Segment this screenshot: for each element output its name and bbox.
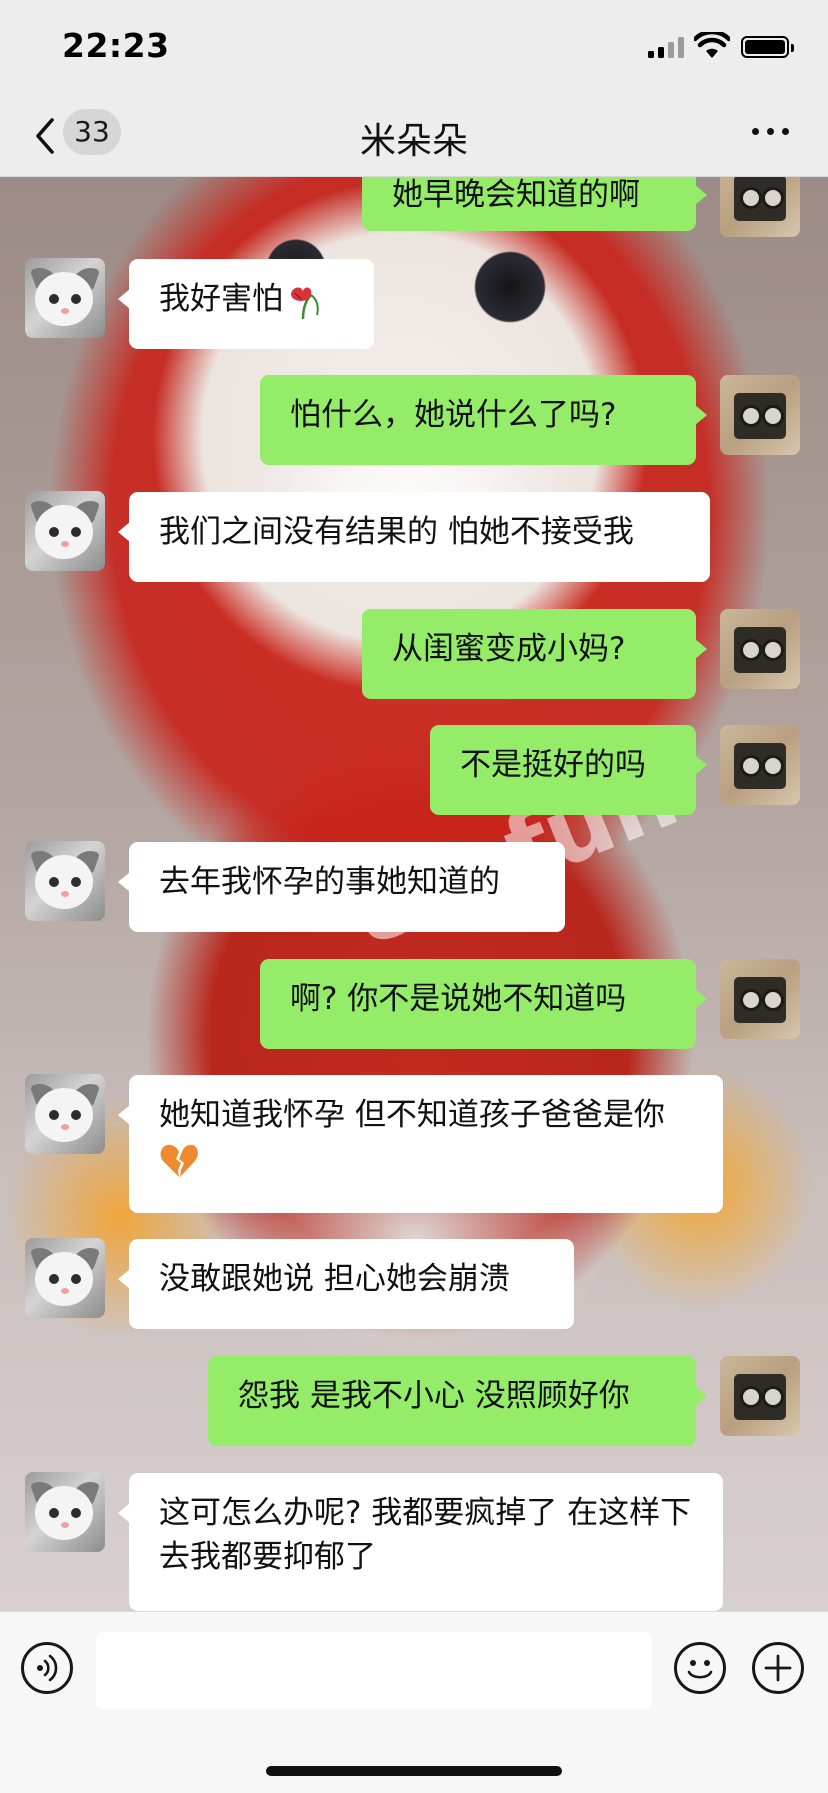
message-bubble-outgoing[interactable]: 她早晚会知道的啊 <box>362 177 707 231</box>
message-bubble-outgoing[interactable]: 不是挺好的吗 <box>430 725 707 815</box>
battery-icon <box>741 36 794 58</box>
message-bubble-incoming[interactable]: 我好害怕 <box>118 259 374 349</box>
chat-title: 米朵朵 <box>359 121 468 162</box>
my-avatar[interactable] <box>720 177 800 237</box>
message-bubble-outgoing[interactable]: 从闺蜜变成小妈? <box>362 609 707 699</box>
contact-avatar[interactable] <box>25 1238 105 1318</box>
message-text: 不是挺好的吗 <box>460 747 646 783</box>
my-avatar[interactable] <box>720 725 800 805</box>
cellular-signal-icon <box>648 36 686 58</box>
message-bubble-outgoing[interactable]: 怕什么，她说什么了吗? <box>260 375 707 465</box>
my-avatar[interactable] <box>720 959 800 1039</box>
message-input-bar <box>0 1611 828 1793</box>
message-bubble-incoming[interactable]: 她知道我怀孕 但不知道孩子爸爸是你 <box>118 1075 723 1213</box>
message-text: 从闺蜜变成小妈? <box>392 631 626 667</box>
message-text: 这可怎么办呢? 我都要疯掉了 在这样下去我都要抑郁了 <box>159 1495 692 1575</box>
message-bubble-incoming[interactable]: 去年我怀孕的事她知道的 <box>118 842 565 932</box>
broken-heart-icon <box>160 1144 198 1177</box>
status-bar: 22:23 <box>0 0 828 98</box>
plus-icon[interactable] <box>752 1642 804 1694</box>
message-bubble-incoming[interactable]: 我们之间没有结果的 怕她不接受我 <box>118 492 710 582</box>
message-text: 我们之间没有结果的 怕她不接受我 <box>159 514 634 550</box>
message-text: 没敢跟她说 担心她会崩溃 <box>159 1261 510 1297</box>
my-avatar[interactable] <box>720 1356 800 1436</box>
message-bubble-outgoing[interactable]: 啊? 你不是说她不知道吗 <box>260 959 707 1049</box>
wifi-icon <box>694 32 730 58</box>
message-text: 啊? 你不是说她不知道吗 <box>290 981 627 1017</box>
message-text: 她知道我怀孕 但不知道孩子爸爸是你 <box>159 1097 665 1133</box>
emoji-icon[interactable] <box>674 1642 726 1694</box>
chat-header: 33 米朵朵 <box>0 98 828 177</box>
chat-message-list[interactable]: 88.fun 她早晚会知道的啊 我好害怕 怕什么，她说什么了吗? 我们之间没有结… <box>0 177 828 1611</box>
message-bubble-outgoing[interactable]: 怨我 是我不小心 没照顾好你 <box>208 1356 707 1446</box>
message-input[interactable] <box>96 1632 652 1710</box>
contact-avatar[interactable] <box>25 1074 105 1154</box>
contact-avatar[interactable] <box>25 841 105 921</box>
my-avatar[interactable] <box>720 375 800 455</box>
wilted-flower-icon <box>291 287 319 319</box>
message-text: 她早晚会知道的啊 <box>392 177 640 213</box>
message-bubble-incoming[interactable]: 这可怎么办呢? 我都要疯掉了 在这样下去我都要抑郁了 <box>118 1473 723 1611</box>
contact-avatar[interactable] <box>25 258 105 338</box>
message-bubble-incoming[interactable]: 没敢跟她说 担心她会崩溃 <box>118 1239 574 1329</box>
home-indicator[interactable] <box>266 1766 562 1776</box>
my-avatar[interactable] <box>720 609 800 689</box>
status-time: 22:23 <box>62 26 170 65</box>
message-text: 怕什么，她说什么了吗? <box>290 397 617 433</box>
more-icon[interactable] <box>752 128 790 140</box>
voice-icon[interactable] <box>21 1642 73 1694</box>
message-text: 怨我 是我不小心 没照顾好你 <box>238 1378 630 1414</box>
contact-avatar[interactable] <box>25 1472 105 1552</box>
message-text: 我好害怕 <box>159 281 283 317</box>
contact-avatar[interactable] <box>25 491 105 571</box>
message-text: 去年我怀孕的事她知道的 <box>159 864 500 900</box>
